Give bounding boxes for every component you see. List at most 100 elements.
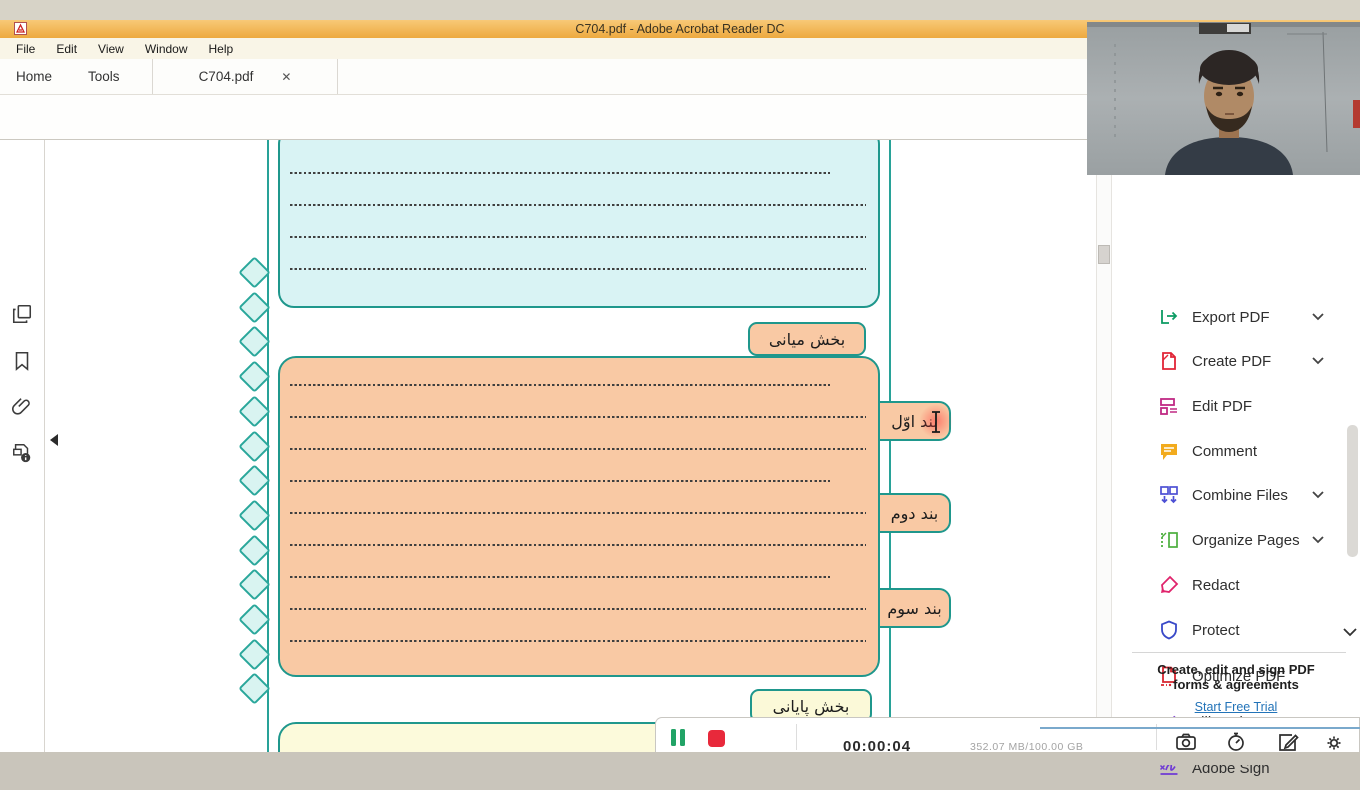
dotted-writing-line bbox=[290, 480, 830, 482]
document-scrollbar[interactable] bbox=[1096, 140, 1112, 752]
recorder-divider bbox=[796, 724, 797, 750]
tab-document[interactable]: C704.pdf ✕ bbox=[152, 59, 338, 94]
document-info-icon[interactable] bbox=[11, 442, 33, 464]
stop-recording-icon[interactable] bbox=[708, 730, 725, 747]
window-bottom-edge bbox=[1040, 727, 1360, 729]
dotted-writing-line bbox=[290, 236, 866, 238]
tool-comment[interactable]: Comment bbox=[1112, 429, 1360, 473]
screenshot-camera-icon[interactable] bbox=[1175, 731, 1197, 752]
dotted-writing-line bbox=[290, 268, 866, 270]
dotted-writing-line bbox=[290, 544, 866, 546]
label-clause-2: بند دوم bbox=[878, 493, 951, 533]
label-middle-section: بخش میانی bbox=[748, 322, 866, 356]
diagram-top-box bbox=[278, 140, 880, 308]
diamond-marker bbox=[238, 360, 271, 393]
menu-help[interactable]: Help bbox=[209, 42, 234, 56]
tools-panel: Export PDF Create PDF Edit PDF Comment C… bbox=[1112, 140, 1360, 777]
dotted-writing-line bbox=[290, 204, 866, 206]
tool-edit-pdf[interactable]: Edit PDF bbox=[1112, 384, 1360, 428]
diamond-marker bbox=[238, 637, 271, 671]
tool-label: Combine Files bbox=[1192, 486, 1288, 504]
timer-icon[interactable] bbox=[1225, 731, 1247, 752]
chevron-down-icon bbox=[1312, 536, 1324, 544]
tool-label: Edit PDF bbox=[1192, 397, 1253, 415]
pause-recording-icon[interactable] bbox=[670, 729, 686, 746]
tool-organize-pages[interactable]: Organize Pages bbox=[1112, 518, 1360, 562]
organize-pages-icon bbox=[1158, 529, 1180, 551]
menu-edit[interactable]: Edit bbox=[56, 42, 77, 56]
tool-protect[interactable]: Protect bbox=[1112, 608, 1360, 652]
dotted-writing-line bbox=[290, 512, 866, 514]
settings-gear-icon[interactable] bbox=[1323, 731, 1345, 752]
left-navigation-rail bbox=[0, 140, 45, 752]
dotted-writing-line bbox=[290, 384, 830, 386]
webcam-scene bbox=[1087, 22, 1360, 175]
panel-promo-text: Create, edit and sign PDF forms & agreem… bbox=[1112, 662, 1360, 692]
tab-document-label: C704.pdf bbox=[198, 69, 254, 84]
dotted-writing-line bbox=[290, 416, 866, 418]
menu-view[interactable]: View bbox=[98, 42, 124, 56]
diamond-marker bbox=[238, 256, 271, 289]
tool-label: Redact bbox=[1192, 576, 1240, 594]
diamond-marker bbox=[238, 568, 271, 602]
diamond-marker bbox=[238, 325, 271, 359]
chevron-down-icon bbox=[1312, 313, 1324, 321]
diamond-marker bbox=[238, 672, 271, 706]
chevron-down-icon bbox=[1312, 357, 1324, 365]
dotted-writing-line bbox=[290, 576, 830, 578]
redact-icon bbox=[1158, 574, 1180, 596]
tool-label: Organize Pages bbox=[1192, 531, 1300, 549]
diamond-marker bbox=[238, 603, 271, 636]
text-cursor-ibeam bbox=[930, 410, 942, 434]
attachments-icon[interactable] bbox=[11, 395, 33, 417]
dotted-writing-line bbox=[290, 448, 866, 450]
collapse-left-panel-icon[interactable] bbox=[50, 434, 58, 446]
menu-file[interactable]: File bbox=[16, 42, 35, 56]
create-pdf-icon bbox=[1158, 350, 1180, 372]
chevron-down-icon bbox=[1312, 491, 1324, 499]
recording-meta: 352.07 MB/100.00 GB bbox=[970, 741, 1084, 752]
comment-icon bbox=[1158, 440, 1180, 462]
panel-scrollbar-thumb[interactable] bbox=[1347, 425, 1358, 557]
page-thumbnails-icon[interactable] bbox=[11, 303, 33, 325]
diamond-marker bbox=[238, 429, 271, 463]
close-tab-icon[interactable]: ✕ bbox=[281, 70, 291, 84]
screen-recorder-bar: 00:00:04 352.07 MB/100.00 GB bbox=[655, 717, 1360, 752]
export-pdf-icon bbox=[1158, 306, 1180, 328]
tool-label: Protect bbox=[1192, 621, 1240, 639]
tool-combine-files[interactable]: Combine Files bbox=[1112, 473, 1360, 517]
tool-export-pdf[interactable]: Export PDF bbox=[1112, 295, 1360, 339]
dotted-writing-line bbox=[290, 172, 830, 174]
bookmarks-icon[interactable] bbox=[11, 350, 33, 372]
start-free-trial-link[interactable]: Start Free Trial bbox=[1112, 700, 1360, 714]
diagram-middle-box bbox=[278, 356, 880, 677]
combine-files-icon bbox=[1158, 484, 1180, 506]
tool-create-pdf[interactable]: Create PDF bbox=[1112, 339, 1360, 383]
promo-line-2: forms & agreements bbox=[1173, 677, 1299, 692]
diamond-marker bbox=[238, 464, 271, 497]
document-scrollbar-thumb[interactable] bbox=[1098, 245, 1110, 264]
diamond-marker bbox=[238, 395, 271, 428]
acrobat-app-icon bbox=[14, 22, 27, 35]
menu-window[interactable]: Window bbox=[145, 42, 188, 56]
tab-home[interactable]: Home bbox=[16, 69, 52, 84]
protect-icon bbox=[1158, 619, 1180, 641]
edit-pdf-icon bbox=[1158, 395, 1180, 417]
screen-top-strip bbox=[0, 0, 1360, 20]
tool-label: Create PDF bbox=[1192, 352, 1272, 370]
panel-separator bbox=[1132, 652, 1346, 653]
label-clause-3: بند سوم bbox=[878, 588, 951, 628]
recording-time: 00:00:04 bbox=[843, 738, 912, 752]
tab-tools[interactable]: Tools bbox=[88, 69, 120, 84]
webcam-overlay bbox=[1087, 22, 1360, 175]
tool-label: Export PDF bbox=[1192, 308, 1270, 326]
pdf-document-canvas: بخش میانی بند اوّل بند دوم بند سوم بخش پ… bbox=[45, 140, 1096, 752]
diagram-right-connector-line bbox=[889, 140, 891, 752]
diamond-marker bbox=[238, 290, 271, 324]
tool-redact[interactable]: Redact bbox=[1112, 563, 1360, 607]
dotted-writing-line bbox=[290, 608, 866, 610]
diamond-marker bbox=[238, 499, 271, 532]
panel-expand-chevron-icon[interactable] bbox=[1343, 628, 1357, 637]
screen-bottom-strip bbox=[0, 752, 1360, 765]
draw-annotate-icon[interactable] bbox=[1277, 731, 1299, 752]
